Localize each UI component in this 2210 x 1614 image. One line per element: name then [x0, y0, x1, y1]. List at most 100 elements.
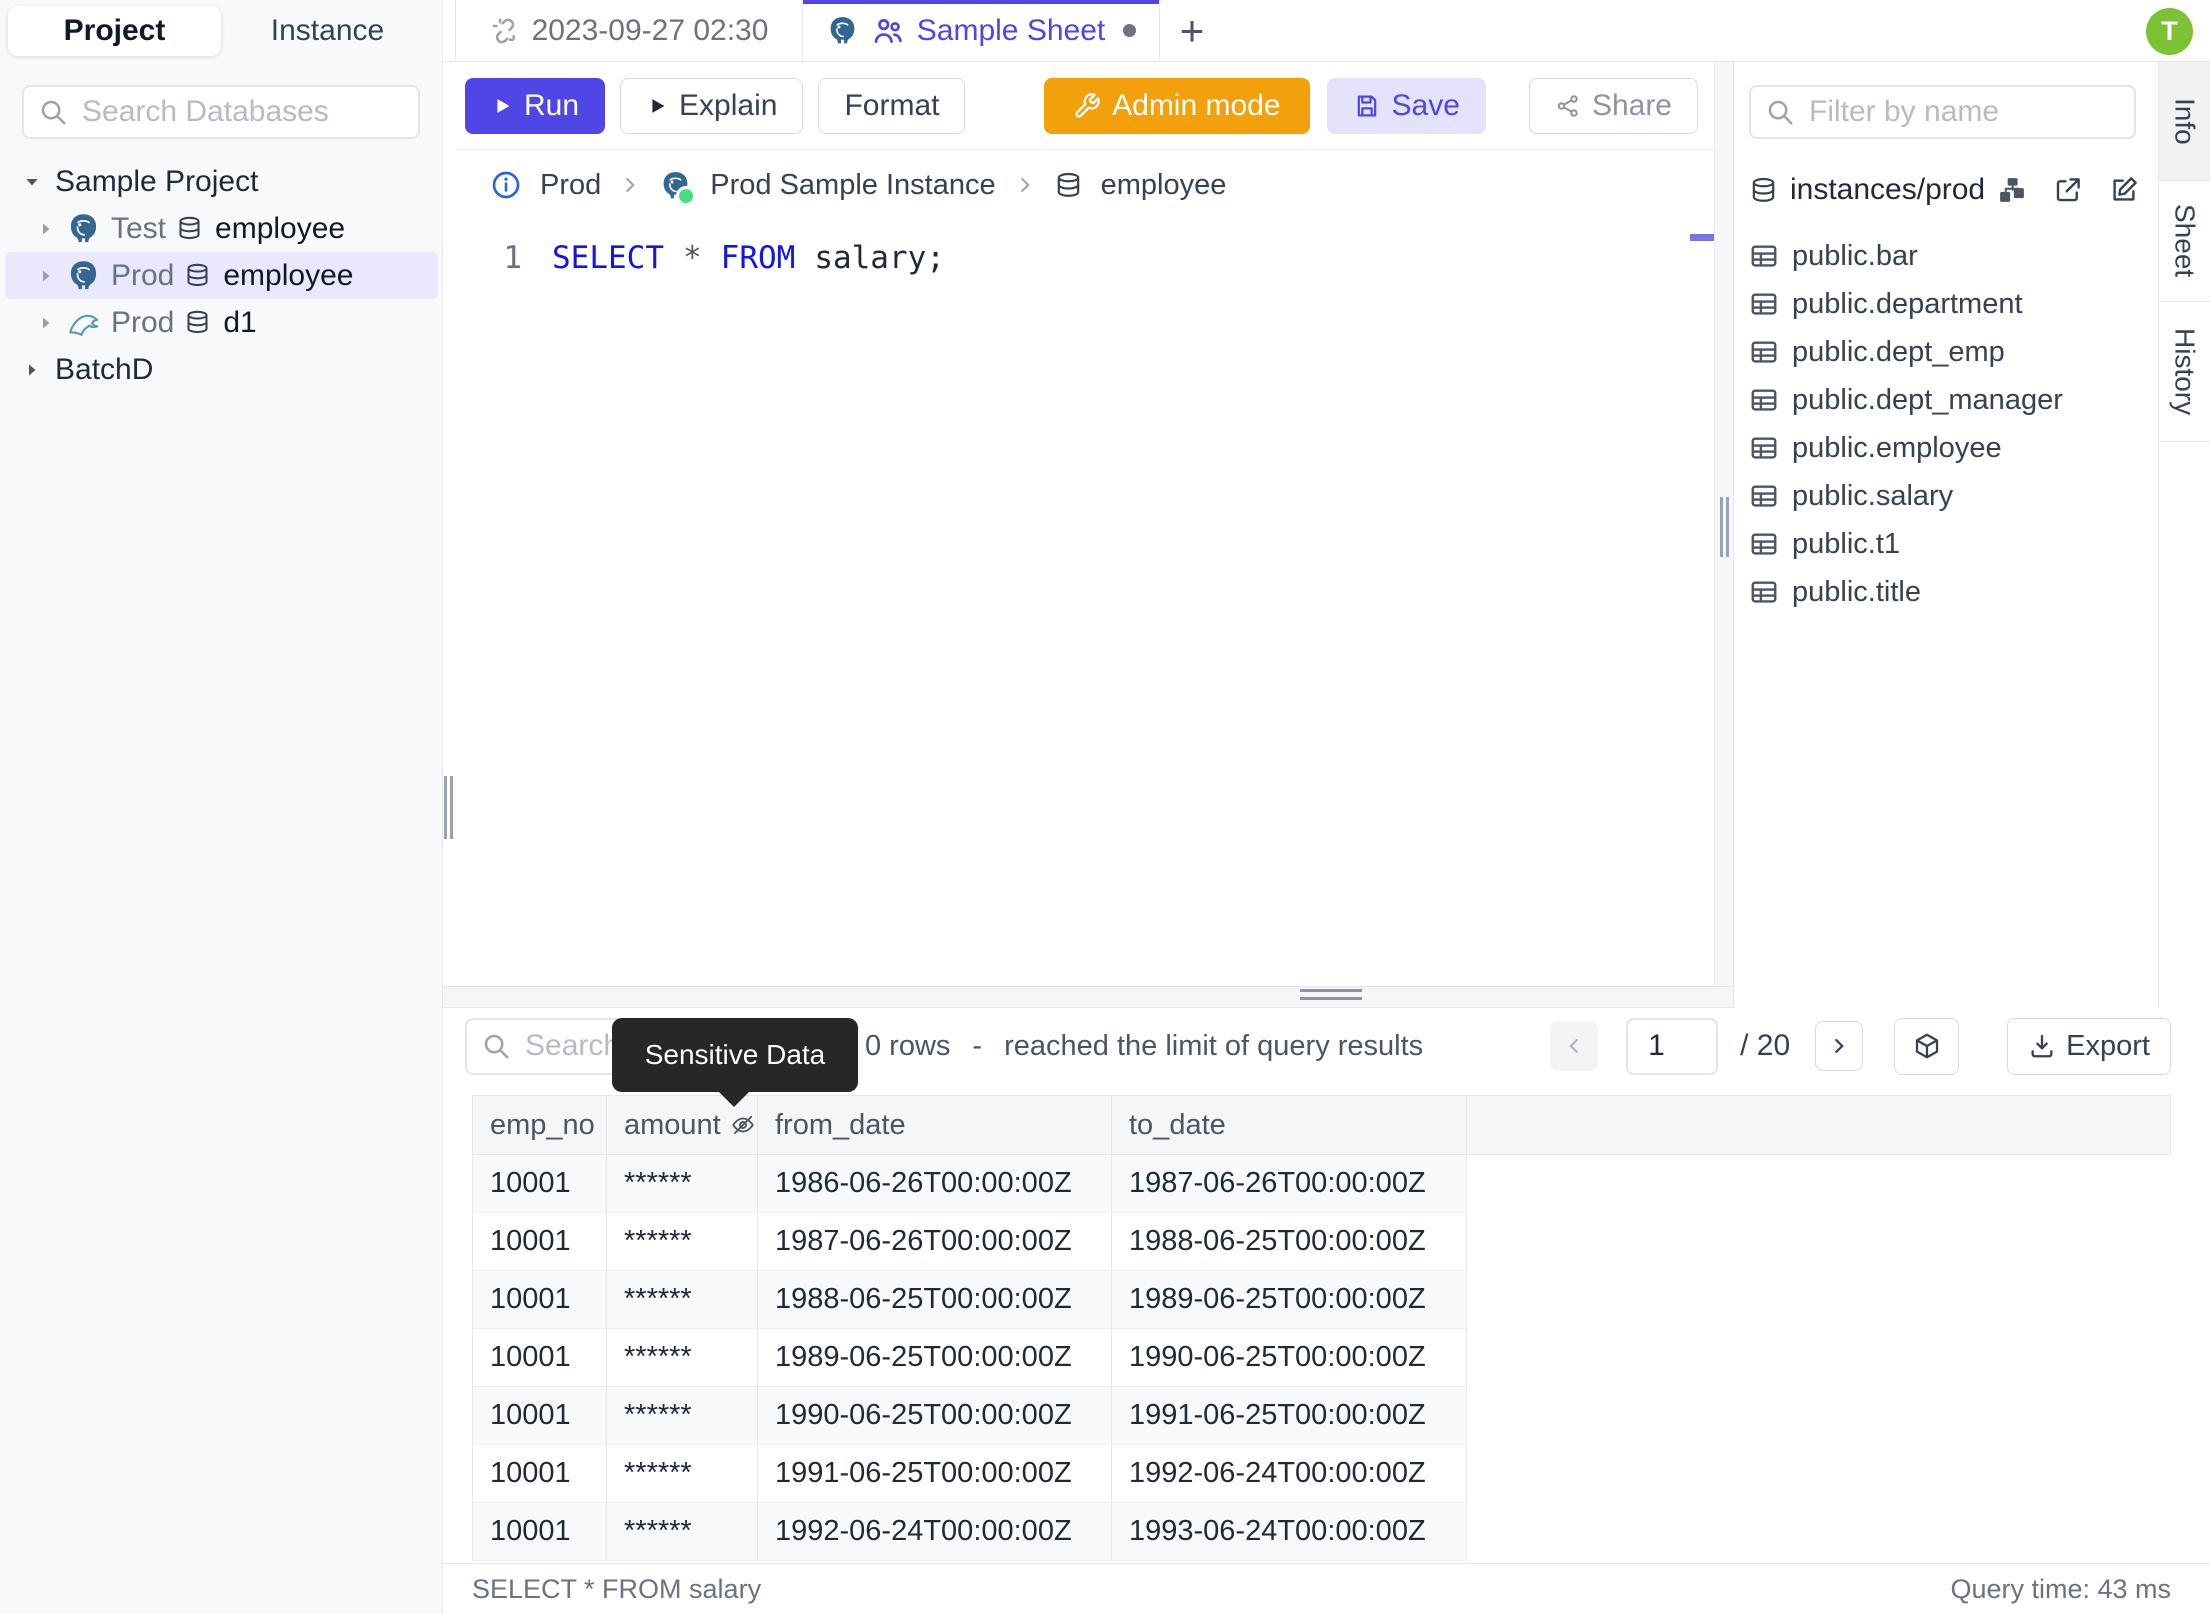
tree-db-test-employee[interactable]: Test employee	[0, 205, 443, 252]
breadcrumb-database[interactable]: employee	[1101, 169, 1227, 202]
table-cell-from-date[interactable]: 1991-06-25T00:00:00Z	[758, 1445, 1112, 1502]
tab-project[interactable]: Project	[8, 6, 221, 56]
next-page-button[interactable]	[1815, 1021, 1864, 1071]
table-cell-amount-masked[interactable]: ******	[607, 1445, 758, 1502]
tree-db-prod-d1[interactable]: Prod d1	[0, 299, 443, 346]
column-header-emp-no[interactable]: emp_no	[473, 1096, 607, 1154]
table-cell-to-date[interactable]: 1988-06-25T00:00:00Z	[1112, 1213, 1467, 1270]
table-name: public.t1	[1792, 527, 1901, 560]
tab-instance[interactable]: Instance	[221, 6, 434, 56]
external-link-icon[interactable]	[2053, 175, 2083, 205]
save-button[interactable]: Save	[1326, 77, 1486, 134]
table-row[interactable]: 10001 ****** 1986-06-26T00:00:00Z 1987-0…	[473, 1155, 1467, 1213]
table-cell-to-date[interactable]: 1992-06-24T00:00:00Z	[1112, 1445, 1467, 1502]
table-cell-emp-no[interactable]: 10001	[473, 1271, 607, 1328]
table-cell-amount-masked[interactable]: ******	[607, 1155, 758, 1212]
format-button[interactable]: Format	[818, 77, 966, 134]
table-row[interactable]: 10001 ****** 1992-06-24T00:00:00Z 1993-0…	[473, 1503, 1467, 1561]
schema-filter-input[interactable]	[1749, 85, 2136, 139]
tab-sample-sheet[interactable]: Sample Sheet	[803, 0, 1160, 61]
table-cell-to-date[interactable]: 1987-06-26T00:00:00Z	[1112, 1155, 1467, 1212]
caret-right-icon[interactable]	[36, 266, 56, 286]
run-label: Run	[524, 88, 580, 122]
tree-project-sample[interactable]: Sample Project	[0, 158, 443, 205]
schema-table-item[interactable]: public.title	[1734, 568, 2158, 616]
tree-project-batchd[interactable]: BatchD	[0, 346, 443, 393]
prev-page-button[interactable]	[1550, 1021, 1599, 1071]
table-cell-emp-no[interactable]: 10001	[473, 1213, 607, 1270]
result-view-options-button[interactable]	[1894, 1017, 1960, 1075]
schema-table-item[interactable]: public.salary	[1734, 472, 2158, 520]
schema-table-item[interactable]: public.dept_emp	[1734, 328, 2158, 376]
table-cell-from-date[interactable]: 1987-06-26T00:00:00Z	[758, 1213, 1112, 1270]
total-pages-label: / 20	[1740, 1029, 1791, 1062]
side-tab-history[interactable]: History	[2159, 302, 2210, 442]
table-row[interactable]: 10001 ****** 1990-06-25T00:00:00Z 1991-0…	[473, 1387, 1467, 1445]
database-search-input[interactable]	[22, 85, 420, 139]
table-cell-emp-no[interactable]: 10001	[473, 1155, 607, 1212]
edit-icon[interactable]	[2109, 175, 2139, 205]
table-row[interactable]: 10001 ****** 1988-06-25T00:00:00Z 1989-0…	[473, 1271, 1467, 1329]
table-cell-amount-masked[interactable]: ******	[607, 1329, 758, 1386]
table-cell-amount-masked[interactable]: ******	[607, 1387, 758, 1444]
breadcrumb-environment[interactable]: Prod	[540, 169, 601, 202]
table-cell-emp-no[interactable]: 10001	[473, 1503, 607, 1560]
chevron-right-icon	[1014, 174, 1036, 196]
page-number-input[interactable]	[1626, 1017, 1719, 1075]
breadcrumb-instance[interactable]: Prod Sample Instance	[710, 169, 995, 202]
column-header-from-date[interactable]: from_date	[758, 1096, 1112, 1154]
table-cell-emp-no[interactable]: 10001	[473, 1329, 607, 1386]
export-button[interactable]: Export	[2007, 1017, 2171, 1075]
search-databases-field[interactable]	[80, 94, 404, 130]
table-cell-emp-no[interactable]: 10001	[473, 1387, 607, 1444]
eye-off-icon[interactable]	[730, 1112, 756, 1138]
caret-right-icon[interactable]	[22, 360, 42, 380]
table-cell-from-date[interactable]: 1992-06-24T00:00:00Z	[758, 1503, 1112, 1560]
info-icon[interactable]	[490, 169, 522, 201]
filter-by-name-field[interactable]	[1807, 94, 2120, 130]
schema-table-item[interactable]: public.bar	[1734, 232, 2158, 280]
sidebar-resize-handle[interactable]	[444, 776, 453, 839]
caret-down-icon[interactable]	[22, 172, 42, 192]
table-icon	[1749, 289, 1779, 319]
table-cell-to-date[interactable]: 1989-06-25T00:00:00Z	[1112, 1271, 1467, 1328]
admin-mode-button[interactable]: Admin mode	[1044, 77, 1310, 134]
table-cell-from-date[interactable]: 1986-06-26T00:00:00Z	[758, 1155, 1112, 1212]
schema-table-item[interactable]: public.dept_manager	[1734, 376, 2158, 424]
table-cell-amount-masked[interactable]: ******	[607, 1503, 758, 1560]
results-resize-handle[interactable]	[1300, 989, 1362, 1000]
schema-table-item[interactable]: public.employee	[1734, 424, 2158, 472]
caret-right-icon[interactable]	[36, 313, 56, 333]
share-button[interactable]: Share	[1528, 77, 1698, 134]
tab-worksheet-unsaved[interactable]: 2023-09-27 02:30	[455, 0, 803, 61]
table-row[interactable]: 10001 ****** 1987-06-26T00:00:00Z 1988-0…	[473, 1213, 1467, 1271]
table-cell-from-date[interactable]: 1989-06-25T00:00:00Z	[758, 1329, 1112, 1386]
side-tab-sheet[interactable]: Sheet	[2159, 181, 2210, 302]
table-cell-amount-masked[interactable]: ******	[607, 1213, 758, 1270]
side-tab-info[interactable]: Info	[2159, 62, 2210, 181]
database-name: employee	[215, 211, 346, 245]
table-row[interactable]: 10001 ****** 1989-06-25T00:00:00Z 1990-0…	[473, 1329, 1467, 1387]
table-cell-from-date[interactable]: 1990-06-25T00:00:00Z	[758, 1387, 1112, 1444]
column-header-to-date[interactable]: to_date	[1112, 1096, 1467, 1154]
table-cell-from-date[interactable]: 1988-06-25T00:00:00Z	[758, 1271, 1112, 1328]
caret-right-icon[interactable]	[36, 219, 56, 239]
sql-editor-line[interactable]: 1 SELECT * FROM salary;	[456, 240, 945, 276]
schema-diagram-icon[interactable]	[1997, 175, 2027, 205]
table-cell-amount-masked[interactable]: ******	[607, 1271, 758, 1328]
run-button[interactable]: Run	[465, 77, 606, 134]
schema-panel-resize-handle[interactable]	[1720, 497, 1729, 557]
schema-table-item[interactable]: public.department	[1734, 280, 2158, 328]
table-cell-to-date[interactable]: 1991-06-25T00:00:00Z	[1112, 1387, 1467, 1444]
table-cell-to-date[interactable]: 1993-06-24T00:00:00Z	[1112, 1503, 1467, 1560]
table-cell-emp-no[interactable]: 10001	[473, 1445, 607, 1502]
table-row[interactable]: 10001 ****** 1991-06-25T00:00:00Z 1992-0…	[473, 1445, 1467, 1503]
table-cell-to-date[interactable]: 1990-06-25T00:00:00Z	[1112, 1329, 1467, 1386]
unsaved-dot-indicator	[1123, 24, 1137, 37]
explain-button[interactable]: Explain	[620, 77, 804, 134]
schema-table-item[interactable]: public.t1	[1734, 520, 2158, 568]
tree-db-prod-employee[interactable]: Prod employee	[5, 252, 438, 299]
user-avatar[interactable]: T	[2146, 8, 2193, 55]
postgres-icon	[66, 211, 101, 246]
new-tab-button[interactable]: +	[1160, 0, 1224, 61]
